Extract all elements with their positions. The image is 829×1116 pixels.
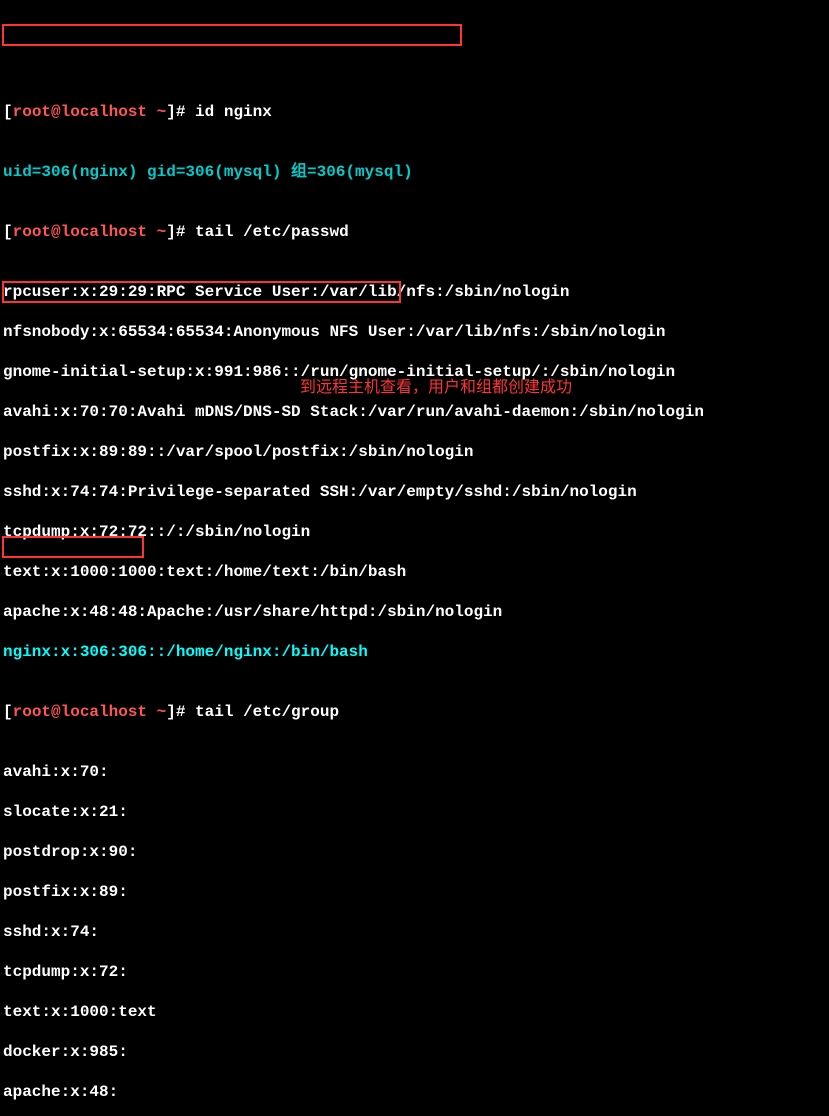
highlight-box-mysql-group (2, 536, 144, 558)
group-line: docker:x:985: (3, 1042, 826, 1062)
group-line: avahi:x:70: (3, 762, 826, 782)
group-line: postdrop:x:90: (3, 842, 826, 862)
group-line: slocate:x:21: (3, 802, 826, 822)
passwd-line: text:x:1000:1000:text:/home/text:/bin/ba… (3, 562, 826, 582)
prompt-userhost: root@localhost ~ (13, 703, 167, 721)
cmd-id-nginx: id nginx (185, 103, 271, 121)
cmd-tail-passwd: tail /etc/passwd (185, 223, 348, 241)
passwd-line: postfix:x:89:89::/var/spool/postfix:/sbi… (3, 442, 826, 462)
highlight-box-id-output (2, 24, 462, 46)
prompt-userhost: root@localhost ~ (13, 103, 167, 121)
prompt-line-2[interactable]: [root@localhost ~]# tail /etc/passwd (3, 222, 826, 242)
bracket-open: [ (3, 103, 13, 121)
bracket-open: [ (3, 223, 13, 241)
prompt-line-3[interactable]: [root@localhost ~]# tail /etc/group (3, 702, 826, 722)
passwd-line: avahi:x:70:70:Avahi mDNS/DNS-SD Stack:/v… (3, 402, 826, 422)
group-line: text:x:1000:text (3, 1002, 826, 1022)
bracket-close: ]# (166, 703, 185, 721)
bracket-close: ]# (166, 223, 185, 241)
annotation-text: 到远程主机查看，用户和组都创建成功 (300, 378, 572, 398)
group-line: apache:x:48: (3, 1082, 826, 1102)
group-line: sshd:x:74: (3, 922, 826, 942)
cmd-tail-group: tail /etc/group (185, 703, 339, 721)
group-line: tcpdump:x:72: (3, 962, 826, 982)
group-line: postfix:x:89: (3, 882, 826, 902)
passwd-line-nginx: nginx:x:306:306::/home/nginx:/bin/bash (3, 642, 826, 662)
passwd-line: sshd:x:74:74:Privilege-separated SSH:/va… (3, 482, 826, 502)
bracket-open: [ (3, 703, 13, 721)
bracket-close: ]# (166, 103, 185, 121)
id-output: uid=306(nginx) gid=306(mysql) 组=306(mysq… (3, 162, 826, 182)
passwd-line: apache:x:48:48:Apache:/usr/share/httpd:/… (3, 602, 826, 622)
highlight-box-nginx-passwd (2, 281, 401, 303)
prompt-userhost: root@localhost ~ (13, 223, 167, 241)
passwd-line: nfsnobody:x:65534:65534:Anonymous NFS Us… (3, 322, 826, 342)
prompt-line-1[interactable]: [root@localhost ~]# id nginx (3, 102, 826, 122)
